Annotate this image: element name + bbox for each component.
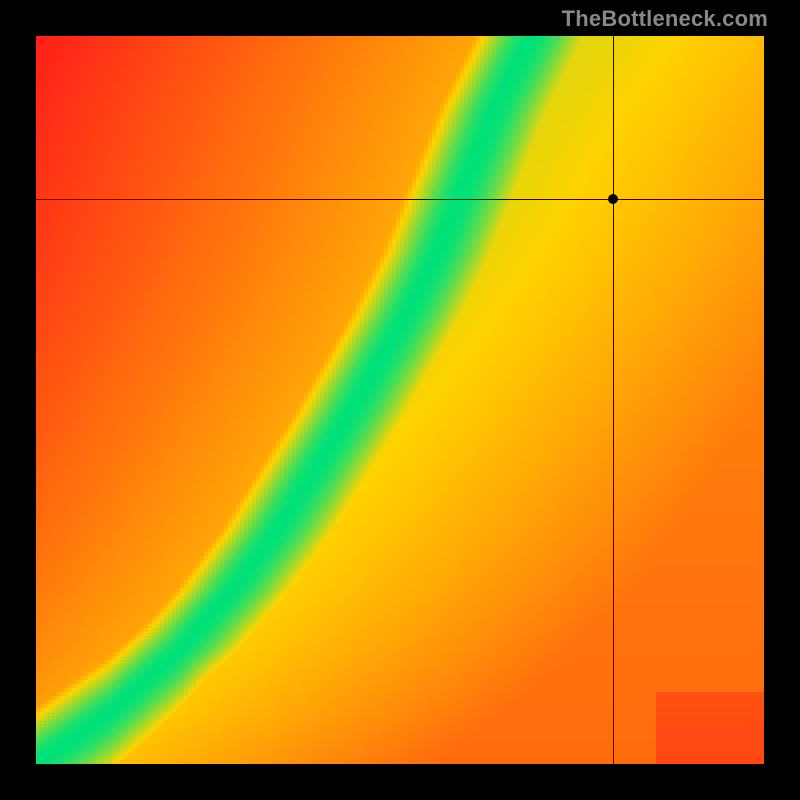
- watermark-text: TheBottleneck.com: [562, 6, 768, 32]
- chart-frame: TheBottleneck.com: [0, 0, 800, 800]
- heatmap-canvas: [36, 36, 764, 764]
- plot-area: [36, 36, 764, 764]
